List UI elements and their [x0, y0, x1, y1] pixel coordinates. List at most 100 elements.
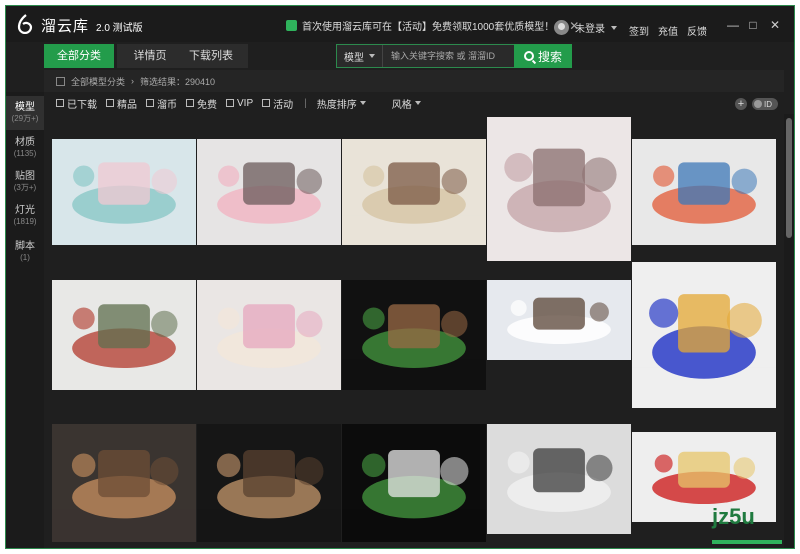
filter-coins[interactable]: 溜币	[146, 96, 177, 111]
style-dropdown[interactable]: 风格	[392, 96, 421, 111]
breadcrumb-separator: ›	[131, 76, 135, 86]
app-name: 溜云库	[41, 18, 90, 35]
sidebar-item-material[interactable]: 材质 (1135)	[6, 134, 44, 162]
sidebar-item-label: 脚本	[15, 241, 35, 252]
sidebar-item-count: (1)	[20, 253, 30, 262]
model-thumbnail	[487, 424, 631, 534]
login-label[interactable]: 未登录	[575, 20, 605, 35]
filter-bar: 已下载 精品 溜币 免费 VIP 活动 | 热度排序 风格	[44, 92, 784, 114]
sidebar-item-count: (1819)	[13, 217, 37, 226]
feedback-link[interactable]: 反馈	[687, 23, 707, 38]
model-thumbnail	[342, 280, 486, 390]
model-card[interactable]	[632, 139, 776, 245]
watermark-bar	[712, 540, 782, 544]
filter-downloaded[interactable]: 已下载	[56, 96, 97, 111]
minimize-button[interactable]: —	[726, 18, 740, 32]
model-card[interactable]	[342, 280, 486, 390]
sort-dropdown[interactable]: 热度排序	[317, 96, 366, 111]
tab-download-list[interactable]: 下载列表	[174, 44, 248, 68]
model-thumbnail	[632, 262, 776, 408]
chevron-down-icon	[369, 54, 375, 58]
avatar[interactable]	[554, 20, 569, 35]
breadcrumb-root[interactable]: 全部模型分类	[71, 75, 125, 88]
app-logo-icon	[17, 14, 33, 34]
chevron-down-icon	[359, 101, 366, 105]
model-card[interactable]	[52, 139, 196, 245]
checkbox-icon	[146, 99, 154, 107]
chevron-down-icon	[414, 101, 421, 105]
filter-event[interactable]: 活动	[262, 96, 293, 111]
sort-label: 热度排序	[316, 99, 357, 111]
sidebar-item-texture[interactable]: 贴图 (3万+)	[6, 168, 44, 196]
result-count: 筛选结果：290410	[140, 76, 216, 87]
maximize-button[interactable]: □	[746, 18, 760, 32]
model-card[interactable]	[52, 280, 196, 390]
search-button[interactable]: 搜索	[514, 44, 572, 68]
model-thumbnail	[632, 139, 776, 245]
filter-label: VIP	[237, 97, 254, 109]
model-card[interactable]	[197, 280, 341, 390]
model-card[interactable]	[487, 117, 631, 261]
scrollbar[interactable]	[784, 114, 794, 548]
sidebar-item-label: 材质	[15, 137, 35, 148]
model-card[interactable]	[342, 424, 486, 542]
sidebar-item-lighting[interactable]: 灯光 (1819)	[6, 202, 44, 230]
toggle-knob	[754, 100, 762, 108]
model-thumbnail	[197, 424, 341, 542]
sidebar-item-label: 灯光	[15, 205, 35, 216]
checkbox-icon	[106, 99, 114, 107]
category-sidebar: 模型 (29万+) 材质 (1135) 贴图 (3万+) 灯光 (1819) 脚…	[6, 92, 44, 548]
notice-text: 首次使用溜云库可在【活动】免费领取1000套优质模型！	[302, 22, 555, 33]
model-card[interactable]	[487, 424, 631, 534]
chevron-down-icon	[611, 25, 617, 30]
filter-label: 精品	[117, 99, 137, 111]
filter-free[interactable]: 免费	[186, 96, 217, 111]
sidebar-item-label: 模型	[15, 102, 35, 113]
model-thumbnail	[342, 424, 486, 542]
search-icon	[523, 51, 534, 61]
model-card[interactable]	[197, 139, 341, 245]
model-thumbnail	[52, 280, 196, 390]
filter-vip[interactable]: VIP	[226, 98, 253, 109]
model-thumbnail	[487, 280, 631, 360]
plus-icon[interactable]: +	[735, 98, 747, 110]
sidebar-item-script[interactable]: 脚本 (1)	[6, 238, 44, 266]
user-menu[interactable]: 未登录	[554, 20, 617, 35]
checkin-link[interactable]: 签到	[629, 23, 649, 38]
checkbox-icon	[56, 99, 64, 107]
tab-all-categories[interactable]: 全部分类	[44, 44, 114, 68]
search-type-select[interactable]: 模型	[337, 45, 383, 67]
id-toggle[interactable]: ID	[752, 98, 778, 110]
search-type-label: 模型	[344, 52, 364, 64]
checkbox-icon	[262, 99, 271, 107]
model-thumbnail	[342, 139, 486, 245]
filter-label: 活动	[273, 99, 294, 111]
filter-label: 免费	[197, 99, 217, 111]
model-thumbnail	[52, 424, 196, 542]
scrollbar-thumb[interactable]	[786, 118, 792, 238]
model-grid	[44, 114, 784, 548]
sidebar-item-count: (1135)	[13, 149, 37, 158]
id-toggle-label: ID	[764, 99, 772, 109]
close-window-button[interactable]: ✕	[768, 18, 782, 32]
model-card[interactable]	[197, 424, 341, 542]
filter-divider: |	[304, 97, 307, 109]
model-card[interactable]	[487, 280, 631, 360]
model-card[interactable]	[342, 139, 486, 245]
title-bar: 溜云库 2.0 测试版 首次使用溜云库可在【活动】免费领取1000套优质模型！ …	[6, 6, 794, 42]
sidebar-item-model[interactable]: 模型 (29万+)	[6, 96, 44, 130]
model-card[interactable]	[632, 262, 776, 408]
notice-banner[interactable]: 首次使用溜云库可在【活动】免费领取1000套优质模型！ ✕	[286, 18, 579, 33]
filter-premium[interactable]: 精品	[106, 96, 137, 111]
recharge-link[interactable]: 充值	[658, 23, 678, 38]
nav-bar: 全部分类 详情页 下载列表 模型 搜索	[6, 42, 794, 70]
checkbox-icon	[186, 99, 194, 107]
model-card[interactable]	[52, 424, 196, 542]
app-version: 2.0 测试版	[96, 23, 143, 34]
filter-label: 已下载	[67, 99, 97, 111]
filter-label: 溜币	[157, 99, 177, 111]
search-button-label: 搜索	[537, 49, 562, 64]
model-thumbnail	[197, 139, 341, 245]
model-thumbnail	[487, 117, 631, 261]
checkbox-icon	[226, 99, 234, 107]
